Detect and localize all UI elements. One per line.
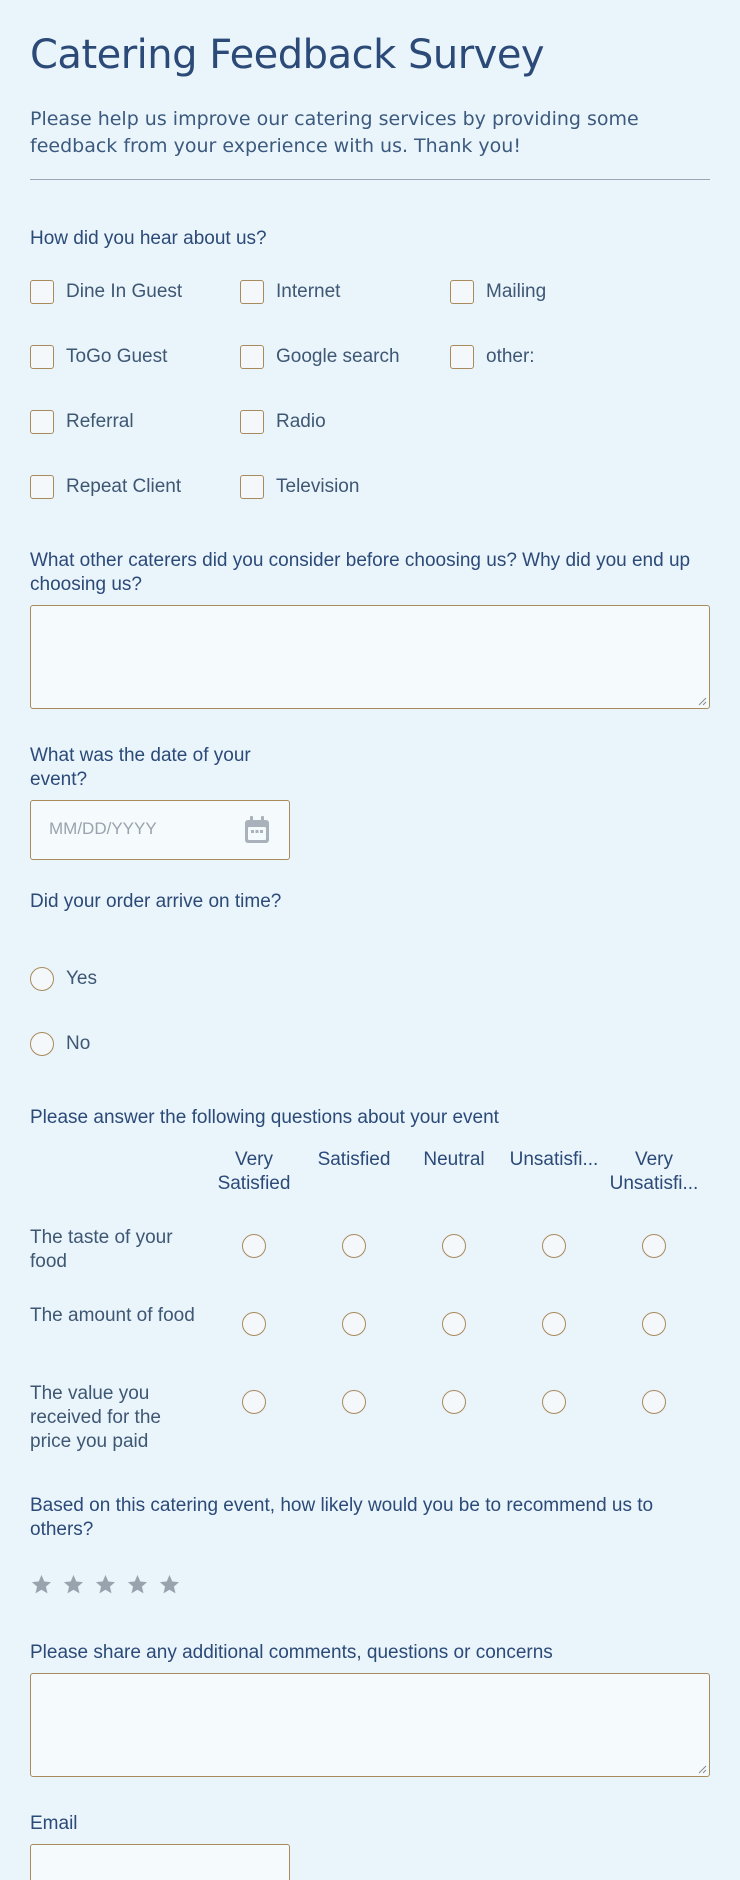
checkbox-box[interactable] xyxy=(30,475,54,499)
checkbox-other[interactable]: other: xyxy=(450,342,535,372)
matrix-radio-r1-c3[interactable] xyxy=(442,1234,466,1258)
matrix-radio-r1-c5[interactable] xyxy=(642,1234,666,1258)
matrix-col-very-unsatisfied: Very Unsatisfi... xyxy=(609,1149,699,1194)
checkbox-box[interactable] xyxy=(240,410,264,434)
matrix-radio-r1-c1[interactable] xyxy=(242,1234,266,1258)
resize-handle-icon[interactable] xyxy=(697,696,707,706)
matrix-radio-r2-c3[interactable] xyxy=(442,1312,466,1336)
matrix-radio-r3-c4[interactable] xyxy=(542,1390,566,1414)
checkbox-google-search[interactable]: Google search xyxy=(240,342,400,372)
star-icon[interactable] xyxy=(30,1573,53,1596)
matrix-radio-r2-c1[interactable] xyxy=(242,1312,266,1336)
question-recommend: Based on this catering event, how likely… xyxy=(30,1495,654,1540)
checkbox-box[interactable] xyxy=(30,410,54,434)
star-icon[interactable] xyxy=(158,1573,181,1596)
question-other-caterers: What other caterers did you consider bef… xyxy=(30,550,691,595)
matrix-col-satisfied: Satisfied xyxy=(317,1149,391,1170)
checkbox-box[interactable] xyxy=(240,475,264,499)
star-icon[interactable] xyxy=(94,1573,117,1596)
matrix-radio-r2-c5[interactable] xyxy=(642,1312,666,1336)
matrix-radio-r2-c2[interactable] xyxy=(342,1312,366,1336)
checkbox-box[interactable] xyxy=(30,280,54,304)
matrix-row-value: The value you received for the price you… xyxy=(30,1383,161,1452)
page-subtitle: Please help us improve our catering serv… xyxy=(30,108,639,157)
checkbox-togo-guest[interactable]: ToGo Guest xyxy=(30,342,167,372)
checkbox-television[interactable]: Television xyxy=(240,472,359,502)
star-icon[interactable] xyxy=(62,1573,85,1596)
question-email: Email xyxy=(30,1813,78,1834)
checkbox-mailing[interactable]: Mailing xyxy=(450,277,546,307)
other-caterers-textarea[interactable] xyxy=(30,605,710,709)
calendar-icon[interactable] xyxy=(243,815,271,845)
star-rating[interactable] xyxy=(30,1573,181,1596)
matrix-col-very-satisfied: Very Satisfied xyxy=(217,1149,291,1194)
matrix-radio-r3-c2[interactable] xyxy=(342,1390,366,1414)
question-comments: Please share any additional comments, qu… xyxy=(30,1642,553,1663)
checkbox-referral[interactable]: Referral xyxy=(30,407,134,437)
checkbox-box[interactable] xyxy=(450,280,474,304)
question-matrix: Please answer the following questions ab… xyxy=(30,1107,499,1128)
matrix-row-taste: The taste of your food xyxy=(30,1227,173,1272)
matrix-radio-r1-c4[interactable] xyxy=(542,1234,566,1258)
matrix-radio-r1-c2[interactable] xyxy=(342,1234,366,1258)
checkbox-box[interactable] xyxy=(240,345,264,369)
checkbox-repeat-client[interactable]: Repeat Client xyxy=(30,472,181,502)
matrix-row-amount: The amount of food xyxy=(30,1305,195,1326)
radio-circle[interactable] xyxy=(30,1032,54,1056)
comments-textarea[interactable] xyxy=(30,1673,710,1777)
radio-no[interactable]: No xyxy=(30,1029,90,1059)
checkbox-box[interactable] xyxy=(450,345,474,369)
matrix-radio-r2-c4[interactable] xyxy=(542,1312,566,1336)
radio-yes[interactable]: Yes xyxy=(30,964,97,994)
checkbox-box[interactable] xyxy=(240,280,264,304)
matrix-col-unsatisfied: Unsatisfi... xyxy=(509,1149,599,1170)
matrix-radio-r3-c3[interactable] xyxy=(442,1390,466,1414)
matrix-col-neutral: Neutral xyxy=(423,1149,485,1170)
page-title: Catering Feedback Survey xyxy=(30,32,545,78)
matrix-radio-r3-c5[interactable] xyxy=(642,1390,666,1414)
radio-circle[interactable] xyxy=(30,967,54,991)
date-placeholder: MM/DD/YYYY xyxy=(49,819,157,838)
resize-handle-icon[interactable] xyxy=(697,1764,707,1774)
checkbox-box[interactable] xyxy=(30,345,54,369)
question-on-time: Did your order arrive on time? xyxy=(30,891,282,912)
question-event-date: What was the date of your event? xyxy=(30,745,251,790)
matrix-radio-r3-c1[interactable] xyxy=(242,1390,266,1414)
question-hear-about: How did you hear about us? xyxy=(30,228,267,249)
email-field[interactable] xyxy=(30,1844,290,1880)
star-icon[interactable] xyxy=(126,1573,149,1596)
divider xyxy=(30,179,710,180)
checkbox-dine-in-guest[interactable]: Dine In Guest xyxy=(30,277,182,307)
event-date-input[interactable]: MM/DD/YYYY xyxy=(30,800,290,860)
checkbox-internet[interactable]: Internet xyxy=(240,277,340,307)
checkbox-radio[interactable]: Radio xyxy=(240,407,326,437)
